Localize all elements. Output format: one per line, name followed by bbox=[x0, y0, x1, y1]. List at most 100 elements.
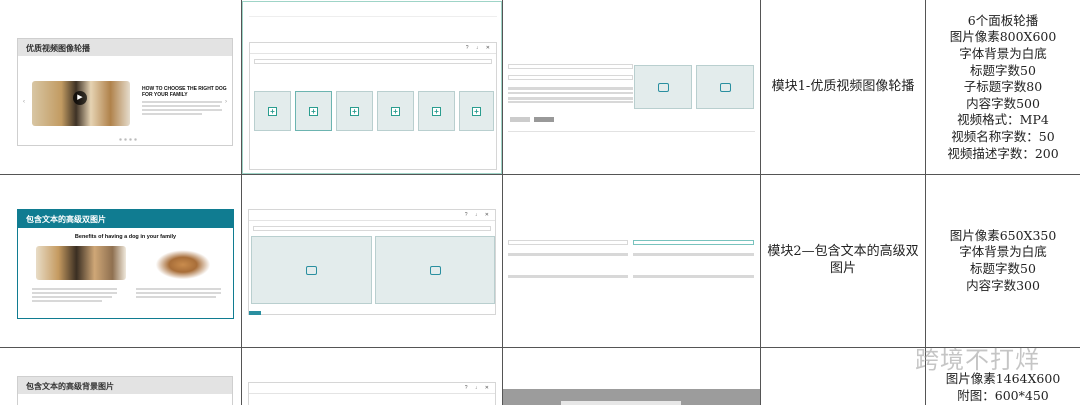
spec-line: 子标题字数80 bbox=[963, 79, 1043, 95]
toolbar-bar[interactable] bbox=[508, 253, 628, 256]
editor-cell: ? ↓ ✕ + + + + + + bbox=[242, 1, 502, 174]
text-line bbox=[508, 92, 633, 94]
text-line bbox=[142, 113, 202, 115]
background-image-preview: 包含文本的高级背景图片 bbox=[17, 376, 233, 405]
editor-cell: ? ↓ ✕ bbox=[242, 175, 502, 347]
form-field[interactable] bbox=[508, 64, 633, 69]
add-icon: + bbox=[309, 106, 318, 116]
preview-heading: Benefits of having a dog in your family bbox=[74, 234, 177, 240]
image-slot[interactable] bbox=[251, 236, 372, 304]
form-field[interactable] bbox=[508, 240, 628, 245]
add-icon: + bbox=[391, 106, 400, 116]
spec-line: 内容字数500 bbox=[966, 95, 1040, 111]
toolbar-bar[interactable] bbox=[508, 97, 633, 100]
spec-cell: 6个面板轮播 图片像素800X600 字体背景为白底 标题字数50 子标题字数8… bbox=[926, 1, 1080, 174]
divider bbox=[508, 131, 755, 132]
toolbar-bar[interactable] bbox=[508, 87, 633, 90]
dual-image-preview: 包含文本的高级双图片 Benefits of having a dog in y… bbox=[17, 209, 234, 319]
form-field[interactable] bbox=[508, 75, 633, 80]
preview-panel bbox=[561, 401, 681, 405]
camera-icon bbox=[719, 82, 731, 92]
module-name-cell: 模块1-优质视频图像轮播 bbox=[761, 1, 925, 174]
spec-line: 字体背景为白底 bbox=[959, 244, 1047, 260]
text-line bbox=[142, 101, 222, 103]
text-line bbox=[136, 292, 221, 294]
image-slot[interactable] bbox=[634, 65, 692, 109]
spec-line: 6个面板轮播 bbox=[967, 12, 1039, 28]
spec-line: 内容字数300 bbox=[966, 277, 1040, 293]
form-cell bbox=[503, 1, 760, 174]
editor-panel: ? ↓ ✕ bbox=[248, 209, 496, 315]
image-slot[interactable]: + bbox=[295, 91, 332, 131]
editor-title bbox=[249, 383, 495, 394]
editor-panel: ? ↓ ✕ + + + + + + bbox=[249, 42, 497, 170]
form-cell bbox=[503, 175, 760, 347]
play-icon[interactable]: ▶ bbox=[73, 91, 87, 105]
spec-line: 附图：600*450 bbox=[957, 387, 1049, 403]
editor-toolbar-icons[interactable]: ? ↓ ✕ bbox=[465, 212, 492, 218]
carousel-dots[interactable] bbox=[118, 138, 138, 141]
preview-title: 包含文本的高级背景图片 bbox=[18, 377, 232, 394]
text-line bbox=[508, 101, 633, 103]
add-icon: + bbox=[472, 106, 481, 116]
text-line bbox=[142, 105, 220, 107]
action-button[interactable] bbox=[534, 117, 554, 122]
camera-icon bbox=[429, 265, 441, 275]
module-name: 模块1-优质视频图像轮播 bbox=[771, 79, 915, 95]
dogs-image bbox=[36, 246, 126, 280]
editor-cell: ? ↓ ✕ bbox=[242, 348, 502, 405]
watermark: 跨境不打烊 bbox=[915, 346, 1040, 374]
text-line bbox=[142, 109, 222, 111]
editor-input[interactable] bbox=[254, 59, 492, 64]
image-slot[interactable] bbox=[696, 65, 754, 109]
chevron-left-icon[interactable]: ‹ bbox=[23, 99, 25, 105]
camera-icon bbox=[306, 265, 317, 275]
editor-toolbar-icons[interactable]: ? ↓ ✕ bbox=[465, 385, 492, 391]
puppy-image bbox=[148, 246, 218, 280]
text-line bbox=[32, 288, 117, 290]
editor-title bbox=[249, 210, 495, 221]
add-icon: + bbox=[350, 106, 359, 116]
dark-preview-area bbox=[503, 389, 760, 405]
toolbar-bar[interactable] bbox=[633, 253, 754, 256]
divider bbox=[249, 16, 497, 17]
spec-line: 图片像素650X350 bbox=[949, 227, 1057, 243]
form-field[interactable] bbox=[633, 240, 754, 245]
action-button[interactable] bbox=[249, 311, 261, 315]
text-line bbox=[32, 300, 102, 302]
image-slot[interactable]: + bbox=[336, 91, 373, 131]
carousel-preview: 优质视频图像轮播 ▶ HOW TO CHOOSE THE RIGHT DOG F… bbox=[17, 38, 233, 146]
toolbar-bar[interactable] bbox=[508, 275, 628, 278]
editor-input[interactable] bbox=[253, 226, 491, 231]
module-name: 模块2—包含文本的高级双图片 bbox=[767, 244, 919, 276]
image-slot[interactable]: + bbox=[254, 91, 291, 131]
spec-line: 图片像素800X600 bbox=[949, 29, 1057, 45]
camera-icon bbox=[657, 82, 669, 92]
preview-title: 优质视频图像轮播 bbox=[18, 39, 232, 56]
image-slot[interactable]: + bbox=[418, 91, 455, 131]
editor-title bbox=[250, 43, 496, 54]
spec-line: 字体背景为白底 bbox=[959, 45, 1047, 61]
text-line bbox=[32, 296, 112, 298]
image-slot[interactable] bbox=[375, 236, 495, 304]
spec-line: 视频格式：MP4 bbox=[957, 112, 1049, 128]
spec-line: 标题字数50 bbox=[970, 261, 1036, 276]
add-icon: + bbox=[268, 106, 277, 116]
editor-toolbar-icons[interactable]: ? ↓ ✕ bbox=[466, 45, 493, 51]
image-slot[interactable]: + bbox=[377, 91, 414, 131]
spec-line: 视频描述字数：200 bbox=[947, 145, 1059, 161]
text-line bbox=[32, 292, 117, 294]
text-line bbox=[136, 288, 221, 290]
spec-cell: 图片像素650X350 字体背景为白底 标题字数50 内容字数300 bbox=[926, 175, 1080, 347]
editor-panel: ? ↓ ✕ bbox=[248, 382, 496, 405]
preview-title: 包含文本的高级双图片 bbox=[18, 210, 233, 228]
module-name-cell: 模块2—包含文本的高级双图片 bbox=[761, 175, 925, 347]
image-slot[interactable]: + bbox=[459, 91, 494, 131]
chevron-right-icon[interactable]: › bbox=[225, 99, 227, 105]
spec-line: 视频名称字数：50 bbox=[951, 129, 1055, 145]
toolbar-bar[interactable] bbox=[633, 275, 754, 278]
spec-cell: 图片像素1464X600 附图：600*450 bbox=[926, 371, 1080, 405]
spec-line: 标题字数50 bbox=[970, 62, 1036, 78]
preview-heading: HOW TO CHOOSE THE RIGHT DOG FOR YOUR FAM… bbox=[142, 86, 227, 98]
action-button[interactable] bbox=[510, 117, 530, 122]
